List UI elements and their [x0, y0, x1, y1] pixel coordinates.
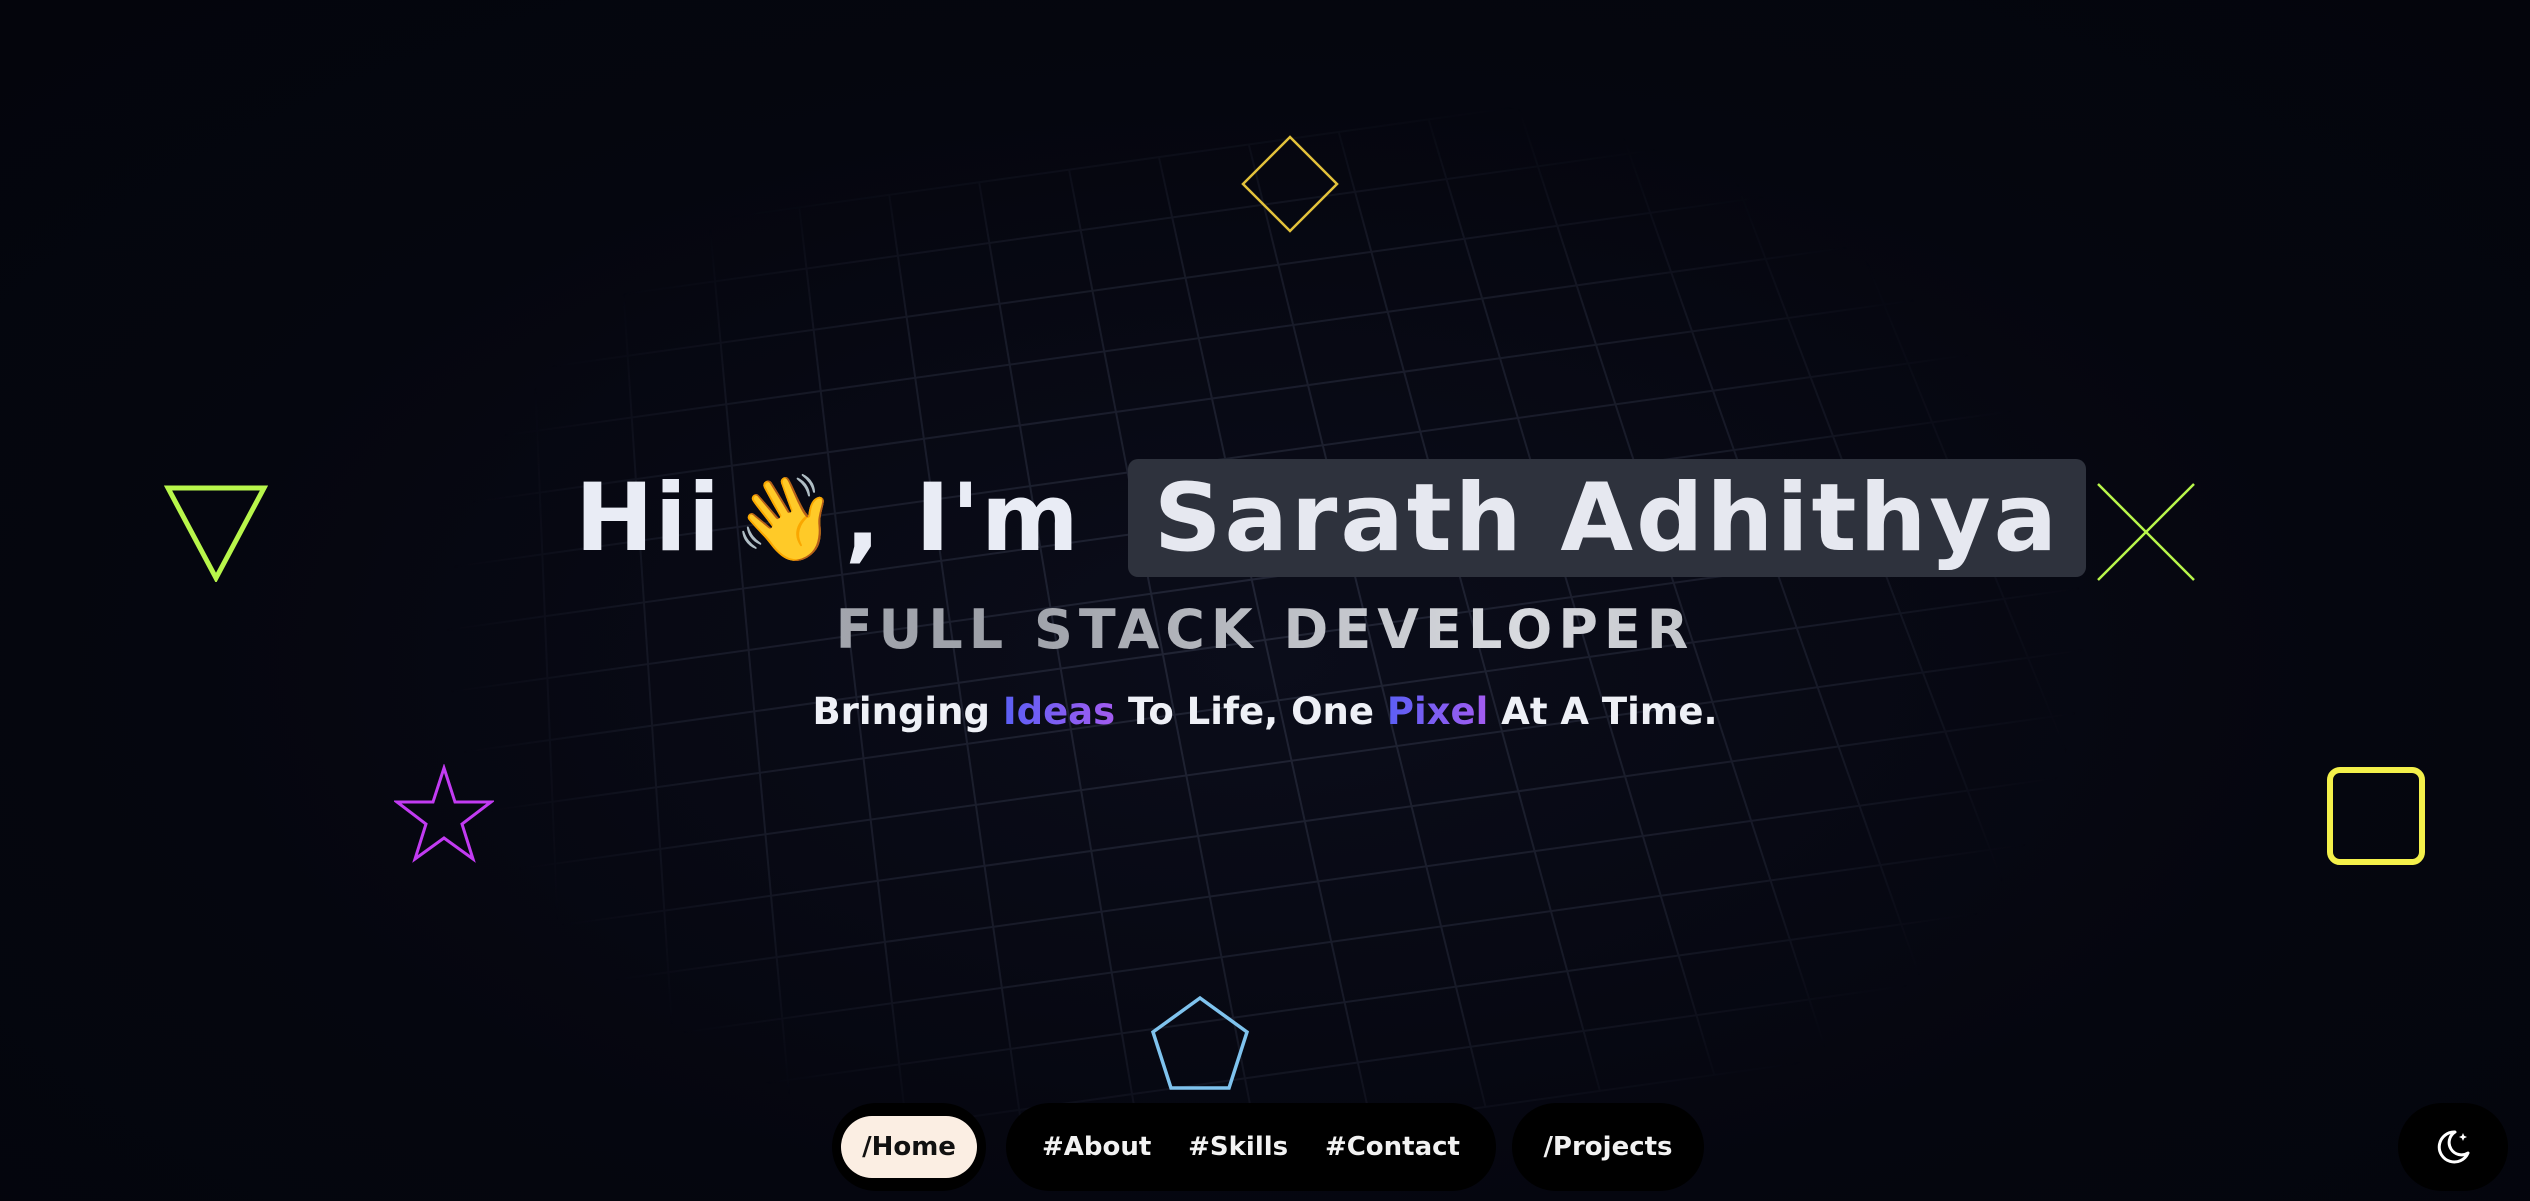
- star-outline-icon: [394, 764, 494, 863]
- nav-projects-group: /Projects: [1512, 1103, 1704, 1191]
- nav-projects-link[interactable]: /Projects: [1543, 1132, 1672, 1162]
- pentagon-outline-icon: [1150, 995, 1250, 1090]
- nav-home-group: /Home: [832, 1103, 986, 1191]
- x-cross-icon: [2097, 483, 2195, 581]
- moon-icon: [2437, 1130, 2470, 1164]
- tagline-accent-ideas: Ideas: [1002, 690, 1116, 733]
- tagline-part: At A Time.: [1488, 690, 1718, 733]
- nav-contact-link[interactable]: #Contact: [1325, 1132, 1460, 1162]
- greeting-text: Hii: [575, 463, 722, 573]
- theme-toggle-button[interactable]: [2398, 1103, 2508, 1191]
- nav-home-link[interactable]: /Home: [841, 1116, 977, 1178]
- diamond-outline-icon: [1241, 135, 1339, 233]
- triangle-down-outline-icon: [164, 485, 268, 582]
- intro-text: , I'm: [844, 463, 1080, 573]
- hero-section: Hii 👋 , I'm Sarath Adhithya FULL STACK D…: [0, 0, 2530, 1201]
- tagline-part: Bringing: [812, 690, 1003, 733]
- role-title: FULL STACK DEVELOPER: [0, 598, 2530, 661]
- hero-heading: Hii 👋 , I'm Sarath Adhithya: [575, 458, 2087, 578]
- tagline-accent-pixel: Pixel: [1386, 690, 1489, 733]
- rounded-square-outline-icon: [2327, 767, 2425, 865]
- nav-skills-link[interactable]: #Skills: [1188, 1132, 1288, 1162]
- name-highlight: Sarath Adhithya: [1127, 459, 2087, 577]
- tagline-part: To Life, One: [1115, 690, 1387, 733]
- waving-hand-icon: 👋: [733, 468, 839, 567]
- name-text: Sarath Adhithya: [1153, 463, 2061, 573]
- nav-section-group: #About #Skills #Contact: [1006, 1103, 1496, 1191]
- nav-about-link[interactable]: #About: [1042, 1132, 1151, 1162]
- tagline: Bringing Ideas To Life, One Pixel At A T…: [0, 690, 2530, 733]
